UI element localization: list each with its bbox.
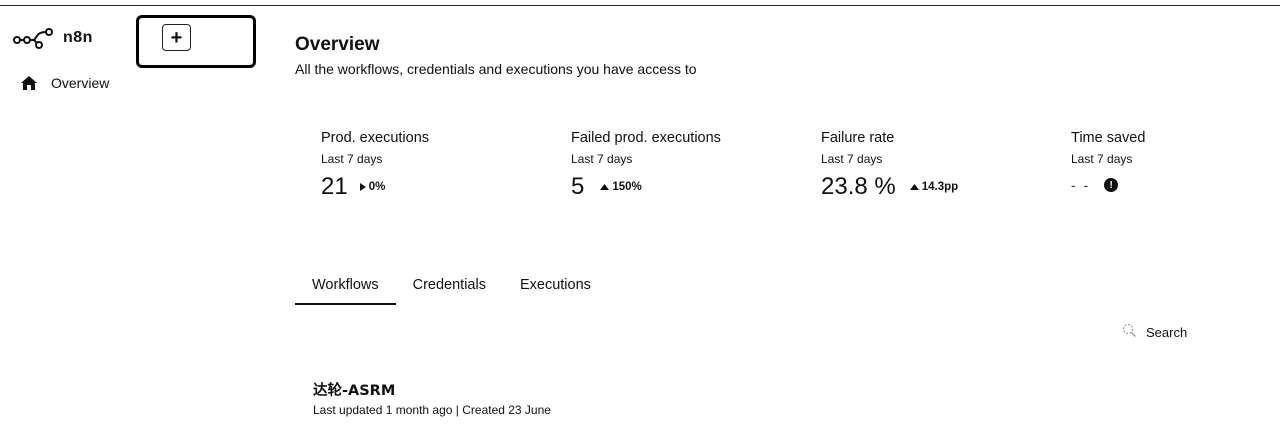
tab-bar: Workflows Credentials Executions — [295, 272, 608, 305]
search-label: Search — [1146, 324, 1188, 340]
caret-up-icon — [909, 184, 919, 190]
search-button[interactable]: Search — [1122, 323, 1187, 341]
info-icon[interactable]: ! — [1104, 178, 1119, 192]
top-border — [0, 5, 1280, 6]
stat-delta-value: 14.3pp — [921, 181, 959, 193]
stat-value: - - — [1071, 177, 1091, 193]
stat-time-saved[interactable]: Time saved Last 7 days - - ! — [1071, 130, 1145, 193]
stat-period: Last 7 days — [1071, 152, 1133, 166]
app-name: n8n — [63, 29, 93, 46]
n8n-logo-icon — [13, 27, 55, 49]
stat-period: Last 7 days — [571, 152, 633, 166]
workflow-meta: Last updated 1 month ago | Created 23 Ju… — [313, 403, 551, 417]
tab-workflows[interactable]: Workflows — [295, 272, 396, 305]
tab-credentials[interactable]: Credentials — [396, 272, 503, 303]
page-subtitle: All the workflows, credentials and execu… — [295, 61, 697, 77]
stat-label: Failure rate — [821, 130, 895, 146]
stat-value: 23.8 % — [821, 173, 896, 200]
stat-label: Prod. executions — [321, 130, 430, 146]
create-button[interactable]: + — [162, 24, 191, 51]
stat-value: 21 — [321, 173, 348, 200]
stat-delta: 150% — [600, 181, 642, 193]
search-icon — [1122, 323, 1137, 341]
page-title: Overview — [295, 34, 380, 55]
stat-delta-value: 0% — [368, 181, 386, 193]
sidebar-item-overview[interactable]: Overview — [21, 75, 109, 91]
stat-failed-prod-executions[interactable]: Failed prod. executions Last 7 days 5 15… — [571, 130, 721, 201]
tab-executions[interactable]: Executions — [503, 272, 608, 303]
stat-period: Last 7 days — [321, 152, 383, 166]
sidebar-item-label: Overview — [51, 75, 110, 91]
stat-prod-executions[interactable]: Prod. executions Last 7 days 21 0% — [321, 130, 429, 201]
stat-failure-rate[interactable]: Failure rate Last 7 days 23.8 % 14.3pp — [821, 130, 958, 201]
stat-delta-value: 150% — [612, 181, 642, 193]
stat-delta: 14.3pp — [909, 181, 959, 193]
create-button-highlight: + — [136, 15, 256, 68]
app-logo[interactable]: n8n — [13, 27, 93, 49]
caret-up-icon — [600, 184, 610, 190]
plus-icon: + — [170, 26, 183, 49]
list-item[interactable]: 达轮-ASRM Last updated 1 month ago | Creat… — [313, 379, 551, 417]
stat-period: Last 7 days — [821, 152, 883, 166]
stat-label: Failed prod. executions — [571, 130, 721, 146]
home-icon — [21, 76, 37, 90]
workflow-name[interactable]: 达轮-ASRM — [313, 379, 551, 400]
caret-right-icon — [359, 183, 366, 191]
stat-value: 5 — [571, 173, 585, 200]
stat-label: Time saved — [1071, 130, 1146, 146]
stat-delta: 0% — [359, 181, 386, 193]
